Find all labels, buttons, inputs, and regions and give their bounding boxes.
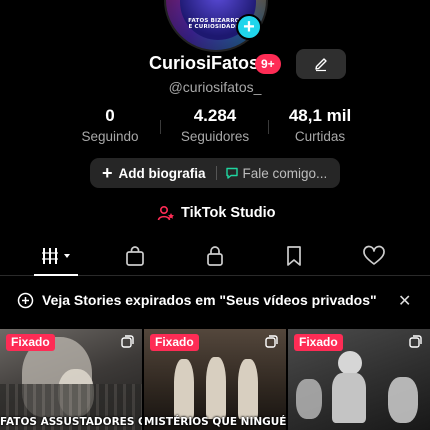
thumbnail-figure <box>174 359 194 419</box>
contact-button[interactable]: Fale comigo... <box>225 165 328 181</box>
stat-likes[interactable]: 48,1 mil Curtidas <box>265 106 375 144</box>
stat-label: Curtidas <box>294 129 346 144</box>
pencil-icon <box>315 58 327 72</box>
tab-shop[interactable] <box>115 238 155 274</box>
studio-user-icon <box>157 205 174 221</box>
stat-value: 0 <box>105 106 115 125</box>
name-row: CuriosiFatos 9+ <box>0 49 430 79</box>
pinned-badge: Fixado <box>6 334 55 351</box>
bio-contact-pill: + Add biografia Fale comigo... <box>90 158 340 188</box>
close-icon[interactable]: ✕ <box>398 291 411 311</box>
pill-divider <box>215 166 217 180</box>
add-bio-label: Add biografia <box>118 165 206 181</box>
story-add-icon <box>17 292 34 309</box>
plus-icon: + <box>102 162 113 183</box>
multi-photo-icon <box>121 335 134 348</box>
tab-private[interactable] <box>195 238 235 274</box>
banner-text: Veja Stories expirados em "Seus vídeos p… <box>42 292 377 308</box>
thumbnail-figure <box>238 359 258 419</box>
profile-tabs <box>0 238 430 276</box>
edit-profile-button[interactable] <box>296 49 346 79</box>
video-thumbnail[interactable]: Fixado <box>288 329 430 430</box>
contact-label: Fale comigo... <box>242 165 328 181</box>
notification-badge[interactable]: 9+ <box>255 54 281 74</box>
thumbnail-figure <box>332 373 366 423</box>
tiktok-studio-link[interactable]: TikTok Studio <box>157 203 276 223</box>
thumbnail-figure <box>206 357 226 419</box>
stat-following[interactable]: 0 Seguindo <box>55 106 165 144</box>
tab-videos[interactable] <box>36 238 76 274</box>
bookmark-icon <box>287 246 301 266</box>
stat-label: Seguidores <box>180 129 250 144</box>
stat-label: Seguindo <box>81 129 139 144</box>
tab-liked[interactable] <box>354 238 394 274</box>
video-thumbnail[interactable]: Fixado MISTÉRIOS QUE NINGUÉM <box>144 329 286 430</box>
profile-handle: @curiosifatos_ <box>168 79 262 95</box>
studio-label: TikTok Studio <box>181 205 276 221</box>
stat-followers[interactable]: 4.284 Seguidores <box>160 106 270 144</box>
stat-value: 48,1 mil <box>288 106 352 125</box>
shop-bag-icon <box>126 246 144 266</box>
video-grid: Fixado FATOS ASSUSTADORES QUE Fixado MIS… <box>0 329 430 430</box>
profile-stats: 0 Seguindo 4.284 Seguidores 48,1 mil Cur… <box>0 106 430 146</box>
active-tab-indicator <box>34 274 78 276</box>
thumbnail-figure <box>388 377 418 423</box>
video-caption: MISTÉRIOS QUE NINGUÉM <box>144 416 286 428</box>
heart-icon <box>363 245 385 265</box>
video-caption: FATOS ASSUSTADORES QUE <box>0 416 142 428</box>
stat-value: 4.284 <box>193 106 237 125</box>
profile-avatar[interactable]: FATOS BIZARROS E CURIOSIDADES + <box>164 0 268 52</box>
multi-photo-icon <box>265 335 278 348</box>
thumbnail-figure <box>296 379 322 419</box>
tab-saved[interactable] <box>274 238 314 274</box>
pinned-badge: Fixado <box>150 334 199 351</box>
grid-icon <box>42 248 70 264</box>
lock-icon <box>207 246 223 266</box>
add-story-button[interactable]: + <box>236 14 262 40</box>
chat-bubble-icon <box>225 167 238 179</box>
thumbnail-figure <box>338 351 362 375</box>
add-bio-button[interactable]: + Add biografia <box>90 163 206 184</box>
stories-banner[interactable]: Veja Stories expirados em "Seus vídeos p… <box>0 289 430 313</box>
display-name: CuriosiFatos <box>149 53 260 73</box>
video-thumbnail[interactable]: Fixado FATOS ASSUSTADORES QUE <box>0 329 142 430</box>
pinned-badge: Fixado <box>294 334 343 351</box>
multi-photo-icon <box>409 335 422 348</box>
